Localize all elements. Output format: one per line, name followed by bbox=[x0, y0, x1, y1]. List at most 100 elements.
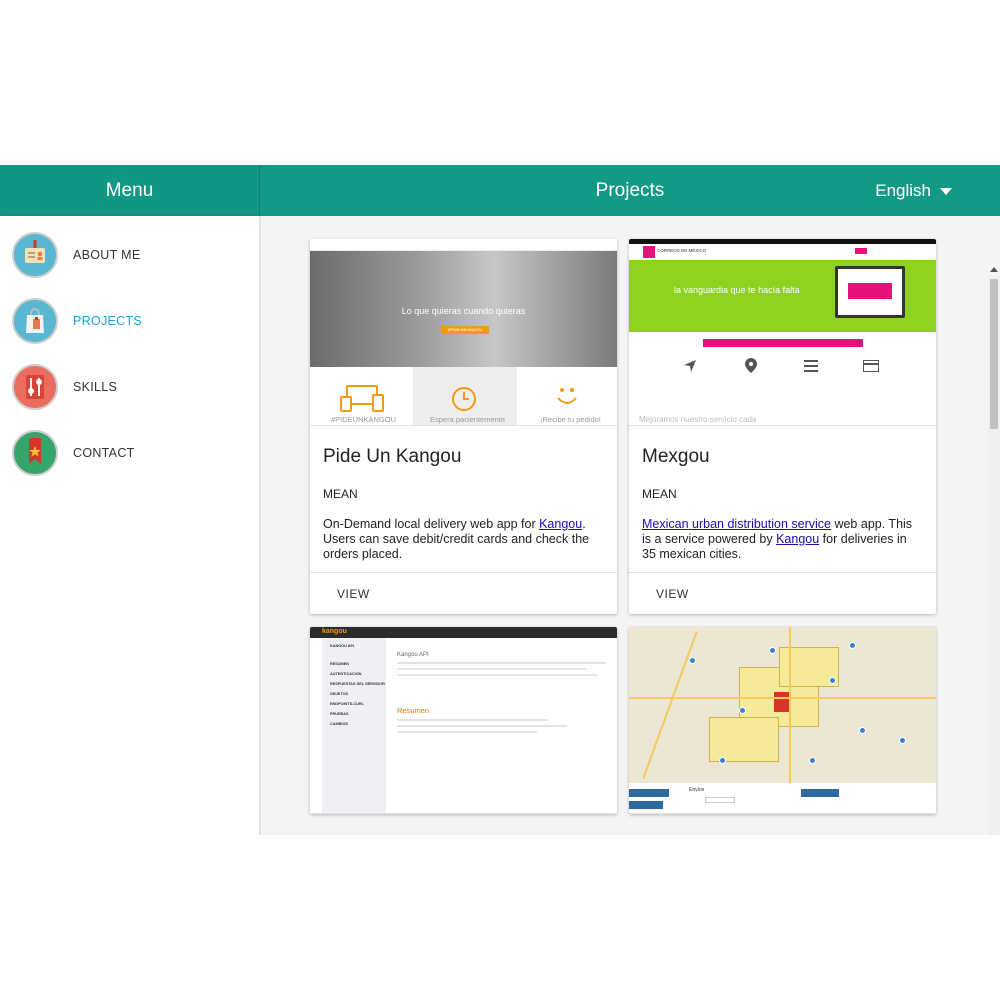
sidebar-item-label: SKILLS bbox=[73, 380, 118, 394]
thumb-nav-pill bbox=[855, 248, 867, 254]
map-marker bbox=[689, 657, 696, 664]
header-main: Projects English bbox=[260, 165, 1000, 216]
card-title: Pide Un Kangou bbox=[323, 446, 462, 467]
sidebar-item-about-me[interactable]: ABOUT ME bbox=[12, 232, 252, 278]
map-road bbox=[789, 627, 791, 783]
thumb-map bbox=[629, 627, 936, 783]
location-pin-icon bbox=[745, 358, 757, 373]
thumb-side-item: PRUEBAS bbox=[330, 712, 349, 716]
thumb-panel: Envíos bbox=[629, 783, 936, 813]
thumb-footer: Mejoramos nuestro servicio cada bbox=[639, 415, 757, 424]
thumb-caption: Espera pacientemente bbox=[430, 415, 506, 424]
smile-icon bbox=[557, 388, 577, 404]
project-screenshot[interactable]: CORREOS DE MÉXICO la vanguardia que te h… bbox=[629, 239, 936, 426]
shopping-bag-icon bbox=[12, 298, 58, 344]
thumb-main: Kangou API Resumen bbox=[386, 638, 617, 813]
sidebar-item-skills[interactable]: SKILLS bbox=[12, 364, 252, 410]
kangou-link[interactable]: Kangou bbox=[539, 517, 582, 531]
map-road bbox=[629, 697, 936, 699]
thumb-panel-button bbox=[801, 789, 839, 797]
card-body: Pide Un Kangou MEAN On-Demand local deli… bbox=[310, 426, 617, 572]
thumb-caption: ¡Recibe tu pedido! bbox=[540, 415, 601, 424]
thumb-nav bbox=[310, 239, 617, 251]
project-card: CORREOS DE MÉXICO la vanguardia que te h… bbox=[629, 239, 936, 614]
desc-text: On-Demand local delivery web app for bbox=[323, 517, 540, 531]
app-window: Menu Projects English ABOUT ME PROJECTS … bbox=[0, 165, 1000, 835]
sidebar-item-label: PROJECTS bbox=[73, 314, 143, 328]
project-screenshot[interactable]: Lo que quieras cuando quieras #PIDEUNKAN… bbox=[310, 239, 617, 426]
caret-down-icon bbox=[940, 188, 952, 195]
map-marker bbox=[859, 727, 866, 734]
thumb-panel-button bbox=[629, 789, 669, 797]
thumb-side-item: RESUMEN bbox=[330, 662, 349, 666]
thumb-panel-title: Envíos bbox=[689, 787, 705, 793]
project-screenshot[interactable]: Envíos bbox=[629, 627, 936, 814]
project-screenshot[interactable]: kangou KANGOU API RESUMEN AUTENTICACIÓN … bbox=[310, 627, 617, 814]
monitor-logo bbox=[848, 283, 892, 299]
card-description: On-Demand local delivery web app for Kan… bbox=[323, 517, 604, 562]
card-stack: MEAN bbox=[323, 487, 358, 501]
map-marker bbox=[809, 757, 816, 764]
thumb-caption: #PIDEUNKANGOU bbox=[331, 415, 397, 424]
map-marker bbox=[829, 677, 836, 684]
project-card: Envíos bbox=[629, 627, 936, 814]
navigation-icon bbox=[684, 360, 696, 372]
thumb-cta bbox=[703, 339, 863, 347]
view-button[interactable]: VIEW bbox=[642, 581, 703, 607]
list-icon bbox=[804, 360, 818, 372]
card-actions: VIEW bbox=[629, 572, 936, 614]
sidebar-item-label: CONTACT bbox=[73, 446, 135, 460]
thumb-text-line bbox=[397, 674, 597, 676]
thumb-side-item: OBJETOS bbox=[330, 692, 349, 696]
scrollbar[interactable] bbox=[988, 267, 1000, 835]
thumb-logo: kangou bbox=[322, 628, 347, 635]
map-highlight bbox=[774, 692, 790, 712]
card-description: Mexican urban distribution service web a… bbox=[642, 517, 923, 562]
sidebar-item-label: ABOUT ME bbox=[73, 248, 141, 262]
ribbon-star-icon bbox=[12, 430, 58, 476]
thumb-hero: Lo que quieras cuando quieras #PIDEUNKAN… bbox=[310, 251, 617, 367]
language-dropdown[interactable]: English bbox=[875, 165, 952, 216]
thumb-text-line bbox=[397, 719, 547, 721]
sliders-icon bbox=[12, 364, 58, 410]
mexgou-link[interactable]: Mexican urban distribution service bbox=[642, 517, 831, 531]
thumb-panel-button bbox=[629, 801, 663, 809]
thumb-hero-text: la vanguardia que te hacía falta bbox=[674, 285, 800, 295]
thumb-brand: CORREOS DE MÉXICO bbox=[657, 248, 707, 253]
credit-card-icon bbox=[863, 360, 879, 372]
thumb-hero-button: #PIDEUNKANGOU bbox=[441, 326, 489, 334]
sidebar: ABOUT ME PROJECTS SKILLS CONTACT bbox=[0, 216, 260, 835]
monitor-icon bbox=[835, 266, 905, 318]
card-actions: VIEW bbox=[310, 572, 617, 614]
id-badge-icon bbox=[12, 232, 58, 278]
projects-grid: Lo que quieras cuando quieras #PIDEUNKAN… bbox=[261, 216, 1000, 835]
thumb-side-item: RESPUESTAS DEL SERVIDOR bbox=[330, 682, 385, 686]
kangou-link[interactable]: Kangou bbox=[776, 532, 819, 546]
brand-logo-icon bbox=[643, 246, 655, 258]
card-title: Mexgou bbox=[642, 446, 710, 467]
thumb-text-line bbox=[397, 668, 587, 670]
thumb-nav: CORREOS DE MÉXICO bbox=[629, 244, 936, 260]
map-marker bbox=[849, 642, 856, 649]
map-zone bbox=[709, 717, 779, 762]
view-button[interactable]: VIEW bbox=[323, 581, 384, 607]
card-stack: MEAN bbox=[642, 487, 677, 501]
clock-icon bbox=[452, 387, 476, 411]
sidebar-item-contact[interactable]: CONTACT bbox=[12, 430, 252, 476]
thumb-hero-text: Lo que quieras cuando quieras bbox=[401, 306, 526, 316]
sidebar-item-projects[interactable]: PROJECTS bbox=[12, 298, 252, 344]
project-card: Lo que quieras cuando quieras #PIDEUNKAN… bbox=[310, 239, 617, 614]
card-body: Mexgou MEAN Mexican urban distribution s… bbox=[629, 426, 936, 572]
scroll-up-icon[interactable] bbox=[990, 267, 998, 272]
thumb-side-item: AUTENTICACIÓN bbox=[330, 672, 362, 676]
thumb-heading: Kangou API bbox=[397, 652, 429, 658]
menu-title: Menu bbox=[0, 165, 260, 216]
map-marker bbox=[899, 737, 906, 744]
scrollbar-thumb[interactable] bbox=[990, 279, 998, 429]
thumb-section: Resumen bbox=[397, 706, 430, 715]
thumb-text-line bbox=[397, 725, 567, 727]
thumb-steps: #PIDEUNKANGOU Espera pacientemente ¡Reci… bbox=[310, 367, 617, 425]
project-card: kangou KANGOU API RESUMEN AUTENTICACIÓN … bbox=[310, 627, 617, 814]
thumb-panel-field bbox=[705, 797, 735, 803]
language-label: English bbox=[875, 180, 931, 200]
